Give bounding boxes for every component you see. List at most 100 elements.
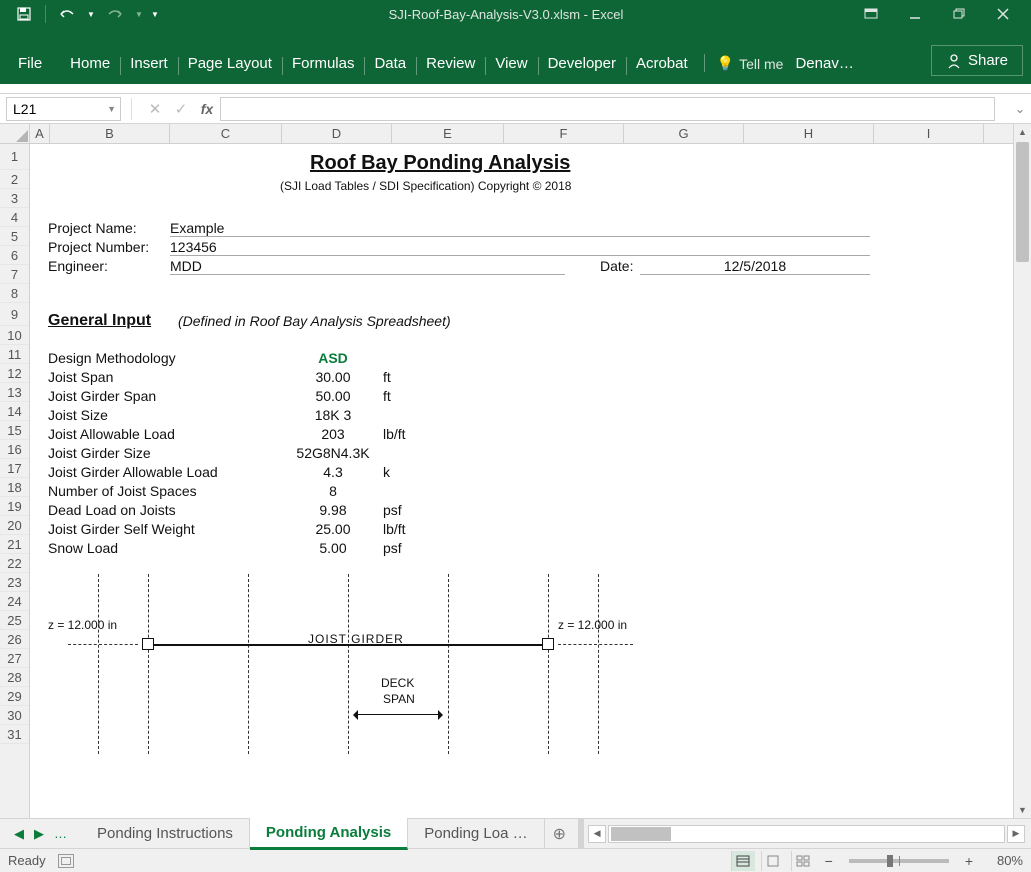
- hscroll-thumb[interactable]: [611, 827, 671, 841]
- col-A[interactable]: A: [30, 124, 50, 143]
- row-10[interactable]: 10: [0, 326, 29, 345]
- horizontal-scrollbar[interactable]: ◀ ▶: [588, 825, 1031, 843]
- row-29[interactable]: 29: [0, 687, 29, 706]
- row-23[interactable]: 23: [0, 573, 29, 592]
- row-22[interactable]: 22: [0, 554, 29, 573]
- file-tab[interactable]: File: [8, 45, 60, 84]
- save-icon[interactable]: [10, 2, 38, 26]
- row-8[interactable]: 8: [0, 284, 29, 303]
- gi-value[interactable]: 30.00: [283, 369, 383, 385]
- tab-home[interactable]: Home: [60, 45, 120, 84]
- col-H[interactable]: H: [744, 124, 874, 143]
- row-19[interactable]: 19: [0, 497, 29, 516]
- scroll-down-icon[interactable]: ▼: [1014, 802, 1031, 818]
- gi-value[interactable]: 8: [283, 483, 383, 499]
- row-9[interactable]: 9: [0, 303, 29, 326]
- undo-icon[interactable]: [53, 2, 81, 26]
- row-24[interactable]: 24: [0, 592, 29, 611]
- sheet-tab-instructions[interactable]: Ponding Instructions: [81, 819, 250, 848]
- gi-value[interactable]: ASD: [283, 350, 383, 366]
- zoom-thumb[interactable]: [887, 855, 893, 867]
- row-1[interactable]: 1: [0, 144, 29, 170]
- tell-me[interactable]: 💡Tell me: [711, 45, 790, 84]
- tab-review[interactable]: Review: [416, 45, 485, 84]
- sheet-tab-analysis[interactable]: Ponding Analysis: [250, 818, 408, 850]
- row-17[interactable]: 17: [0, 459, 29, 478]
- date-value[interactable]: 12/5/2018: [640, 258, 870, 275]
- sheet-tab-load[interactable]: Ponding Loa …: [408, 819, 544, 848]
- col-F[interactable]: F: [504, 124, 624, 143]
- gi-value[interactable]: 18K 3: [283, 407, 383, 423]
- gi-value[interactable]: 50.00: [283, 388, 383, 404]
- tab-acrobat[interactable]: Acrobat: [626, 45, 698, 84]
- redo-dropdown-icon[interactable]: ▼: [133, 2, 145, 26]
- row-4[interactable]: 4: [0, 208, 29, 227]
- tab-formulas[interactable]: Formulas: [282, 45, 365, 84]
- zoom-out-icon[interactable]: −: [821, 853, 837, 869]
- tab-split-handle[interactable]: [578, 819, 584, 848]
- zoom-slider[interactable]: [849, 859, 949, 863]
- fbar-expand-icon[interactable]: ⌄: [1013, 101, 1027, 117]
- row-11[interactable]: 11: [0, 345, 29, 364]
- zoom-in-icon[interactable]: +: [961, 853, 977, 869]
- row-7[interactable]: 7: [0, 265, 29, 284]
- gi-value[interactable]: 52G8N4.3K: [283, 445, 383, 461]
- select-all[interactable]: [0, 124, 30, 143]
- gi-value[interactable]: 4.3: [283, 464, 383, 480]
- tab-nav-next-icon[interactable]: ▶: [30, 826, 48, 842]
- gi-value[interactable]: 203: [283, 426, 383, 442]
- row-20[interactable]: 20: [0, 516, 29, 535]
- row-16[interactable]: 16: [0, 440, 29, 459]
- hscroll-right-icon[interactable]: ▶: [1007, 825, 1025, 843]
- view-page-break-icon[interactable]: [791, 851, 815, 871]
- qat-customize-icon[interactable]: ▼: [149, 2, 161, 26]
- tab-view[interactable]: View: [485, 45, 537, 84]
- row-27[interactable]: 27: [0, 649, 29, 668]
- tab-insert[interactable]: Insert: [120, 45, 178, 84]
- chevron-down-icon[interactable]: ▼: [107, 104, 116, 114]
- view-page-layout-icon[interactable]: [761, 851, 785, 871]
- close-icon[interactable]: [983, 2, 1023, 26]
- col-C[interactable]: C: [170, 124, 282, 143]
- gi-value[interactable]: 5.00: [283, 540, 383, 556]
- gi-value[interactable]: 25.00: [283, 521, 383, 537]
- row-6[interactable]: 6: [0, 246, 29, 265]
- row-30[interactable]: 30: [0, 706, 29, 725]
- row-15[interactable]: 15: [0, 421, 29, 440]
- project-number-value[interactable]: 123456: [170, 239, 870, 256]
- ribbon-display-icon[interactable]: [851, 2, 891, 26]
- tab-nav-more[interactable]: …: [50, 826, 71, 842]
- col-B[interactable]: B: [50, 124, 170, 143]
- row-26[interactable]: 26: [0, 630, 29, 649]
- share-button[interactable]: Share: [931, 45, 1023, 76]
- vscroll-thumb[interactable]: [1016, 142, 1029, 262]
- fx-icon[interactable]: fx: [194, 97, 220, 121]
- row-14[interactable]: 14: [0, 402, 29, 421]
- scroll-up-icon[interactable]: ▲: [1014, 124, 1031, 140]
- macro-record-icon[interactable]: [58, 854, 74, 868]
- row-28[interactable]: 28: [0, 668, 29, 687]
- row-18[interactable]: 18: [0, 478, 29, 497]
- account-name[interactable]: Denav…: [789, 45, 859, 84]
- hscroll-track[interactable]: [608, 825, 1005, 843]
- col-D[interactable]: D: [282, 124, 392, 143]
- tab-developer[interactable]: Developer: [538, 45, 626, 84]
- col-I[interactable]: I: [874, 124, 984, 143]
- formula-input[interactable]: [220, 97, 995, 121]
- cells-area[interactable]: Roof Bay Ponding Analysis (SJI Load Tabl…: [30, 144, 1013, 818]
- tab-data[interactable]: Data: [364, 45, 416, 84]
- col-G[interactable]: G: [624, 124, 744, 143]
- minimize-icon[interactable]: [895, 2, 935, 26]
- redo-icon[interactable]: [101, 2, 129, 26]
- engineer-value[interactable]: MDD: [170, 258, 565, 275]
- hscroll-left-icon[interactable]: ◀: [588, 825, 606, 843]
- project-name-value[interactable]: Example: [170, 220, 870, 237]
- row-25[interactable]: 25: [0, 611, 29, 630]
- gi-value[interactable]: 9.98: [283, 502, 383, 518]
- row-13[interactable]: 13: [0, 383, 29, 402]
- row-12[interactable]: 12: [0, 364, 29, 383]
- new-sheet-icon[interactable]: ⊕: [545, 820, 574, 848]
- row-5[interactable]: 5: [0, 227, 29, 246]
- row-21[interactable]: 21: [0, 535, 29, 554]
- row-31[interactable]: 31: [0, 725, 29, 744]
